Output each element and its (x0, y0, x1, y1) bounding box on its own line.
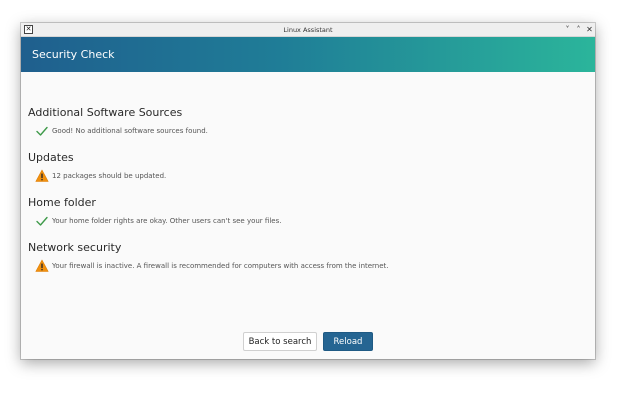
section-title-home-folder: Home folder (28, 196, 96, 209)
reload-button[interactable]: Reload (323, 332, 373, 351)
section-message-home-folder: Your home folder rights are okay. Other … (52, 217, 282, 225)
page-header: Security Check (21, 37, 595, 72)
section-title-updates: Updates (28, 151, 74, 164)
section-message-software-sources: Good! No additional software sources fou… (52, 127, 208, 135)
minimize-button[interactable]: ˅ (562, 24, 573, 36)
back-to-search-button[interactable]: Back to search (243, 332, 317, 351)
title-bar: ✕ Linux Assistant ˅ ˄ ✕ (21, 23, 595, 37)
app-window: ✕ Linux Assistant ˅ ˄ ✕ Security Check A… (21, 23, 595, 359)
section-title-network-security: Network security (28, 241, 122, 254)
warning-icon (35, 169, 49, 182)
section-message-network-security: Your firewall is inactive. A firewall is… (52, 262, 389, 270)
check-icon (36, 126, 48, 136)
page-title: Security Check (32, 48, 115, 61)
window-title: Linux Assistant (283, 26, 333, 34)
section-message-updates: 12 packages should be updated. (52, 172, 167, 180)
warning-icon (35, 259, 49, 272)
close-button[interactable]: ✕ (584, 24, 595, 36)
maximize-button[interactable]: ˄ (573, 24, 584, 36)
check-icon (36, 216, 48, 226)
section-title-software-sources: Additional Software Sources (28, 106, 183, 119)
